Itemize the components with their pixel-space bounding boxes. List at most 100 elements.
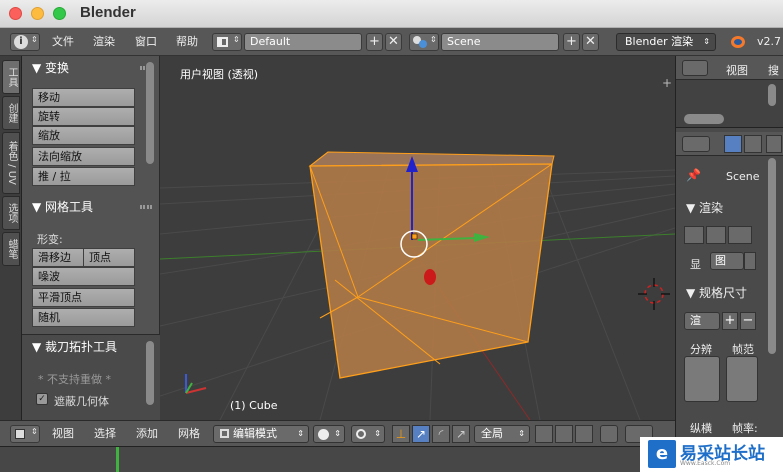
viewport-plus-icon[interactable]: +	[662, 76, 672, 90]
translate-button[interactable]: 移动	[32, 88, 135, 107]
tab-tools[interactable]: 工具	[2, 60, 20, 94]
render-engine-select[interactable]: Blender 渲染 ⇕	[616, 33, 716, 51]
add-preset-button[interactable]: +	[722, 312, 738, 330]
blender-logo-icon	[731, 36, 745, 48]
render-audio-button[interactable]	[728, 226, 752, 244]
zoom-window-button[interactable]	[53, 7, 66, 20]
knife-panel-scrollbar[interactable]	[146, 341, 154, 405]
scale-manipulator-icon[interactable]: ↗	[452, 425, 470, 443]
menu-view[interactable]: 视图	[52, 421, 74, 447]
current-frame-marker	[116, 447, 119, 472]
minimize-window-button[interactable]	[31, 7, 44, 20]
rotate-manipulator-icon[interactable]: ◜	[432, 425, 450, 443]
outliner-scroll-v[interactable]	[768, 84, 776, 106]
pivot-icon	[356, 429, 366, 439]
limit-selection-icon[interactable]	[600, 425, 618, 443]
resolution-fields[interactable]	[684, 356, 720, 402]
viewport-canvas: +	[160, 76, 675, 420]
watermark-logo: e 易采站长站 Www.Easck.Com	[640, 437, 783, 472]
resolution-label: 分辨	[690, 343, 712, 356]
remove-preset-button[interactable]: −	[740, 312, 756, 330]
noise-button[interactable]: 噪波	[32, 267, 135, 286]
menu-file[interactable]: 文件	[52, 28, 74, 56]
pivot-select[interactable]: ⇕	[351, 425, 385, 443]
tab-options[interactable]: 选项	[2, 196, 20, 230]
render-still-button[interactable]	[684, 226, 704, 244]
drag-grip-icon[interactable]	[140, 205, 152, 209]
transform-panel-header[interactable]: ▼ 变换	[22, 58, 160, 78]
display-select[interactable]: 图	[710, 252, 744, 270]
render-panel-header[interactable]: ▼ 渲染	[686, 199, 723, 216]
frame-range-fields[interactable]	[726, 356, 758, 402]
outliner-view-menu[interactable]: 视图	[726, 62, 748, 78]
mode-select[interactable]: 编辑模式 ⇕	[213, 425, 309, 443]
tool-shelf: ▼ 变换 移动 旋转 缩放 法向缩放 推 / 拉 ▼ 网格工具 形变: 滑移边 …	[22, 56, 160, 420]
randomize-button[interactable]: 随机	[32, 308, 135, 327]
scale-button[interactable]: 缩放	[32, 126, 135, 145]
active-object-label: (1) Cube	[230, 399, 278, 412]
aspect-label: 纵横	[690, 422, 712, 435]
tab-grease-pencil[interactable]: 蜡笔	[2, 232, 20, 266]
deform-label: 形变:	[37, 233, 63, 246]
push-pull-button[interactable]: 推 / 拉	[32, 167, 135, 186]
tool-shelf-scrollbar[interactable]	[146, 62, 154, 164]
outliner-search-menu[interactable]: 搜	[768, 62, 779, 78]
render-preset-label: 渲	[690, 314, 701, 327]
window-title: Blender	[80, 4, 136, 21]
display-option: 图	[715, 254, 726, 267]
knife-panel-header[interactable]: ▼ 裁刀拓扑工具	[22, 337, 160, 357]
frame-range-label: 帧范	[732, 343, 754, 356]
scene-field[interactable]: Scene	[441, 33, 559, 51]
tab-create[interactable]: 创建	[2, 96, 20, 130]
occlude-checkbox[interactable]: ✓	[36, 393, 48, 405]
outliner-scrollbar[interactable]	[684, 114, 724, 124]
face-select-icon[interactable]	[575, 425, 593, 443]
outliner-header: 视图 搜	[676, 56, 783, 80]
menu-render[interactable]: 渲染	[93, 28, 115, 56]
vertex-select-icon[interactable]	[535, 425, 553, 443]
render-animation-button[interactable]	[706, 226, 726, 244]
3d-viewport[interactable]: + 用户视图 (透视) (1) Cube	[160, 56, 675, 420]
shading-select[interactable]: ⇕	[313, 425, 345, 443]
menu-select[interactable]: 选择	[94, 421, 116, 447]
properties-editor-icon[interactable]	[682, 136, 710, 152]
add-screen-button[interactable]: +	[366, 33, 383, 51]
orientation-select[interactable]: 全局 ⇕	[474, 425, 530, 443]
render-layers-tab-icon[interactable]	[744, 135, 762, 153]
properties-scrollbar[interactable]	[768, 158, 776, 354]
viewport-editor-type[interactable]: ⇕	[10, 425, 40, 443]
screen-layout-browse[interactable]: ⇕	[212, 33, 242, 51]
properties-scene-crumb: Scene	[726, 170, 760, 183]
menu-help[interactable]: 帮助	[176, 28, 198, 56]
scene-tab-icon[interactable]	[766, 135, 782, 153]
render-tab-icon[interactable]	[724, 135, 742, 153]
scene-browse[interactable]: ⇕	[409, 33, 439, 51]
3d-cursor-icon[interactable]	[638, 278, 670, 310]
translate-manipulator-icon[interactable]: ↗	[412, 425, 430, 443]
rotate-button[interactable]: 旋转	[32, 107, 135, 126]
edge-slide-button[interactable]: 滑移边	[32, 248, 84, 267]
smooth-vertex-button[interactable]: 平滑顶点	[32, 288, 135, 307]
x-arrow-head[interactable]	[424, 269, 436, 285]
mesh-tools-panel-header[interactable]: ▼ 网格工具	[22, 197, 160, 217]
editor-type-button[interactable]: i ⇕	[10, 33, 40, 51]
delete-scene-button[interactable]: ✕	[582, 33, 599, 51]
delete-screen-button[interactable]: ✕	[385, 33, 402, 51]
outliner-area[interactable]	[676, 80, 783, 128]
vertex-slide-button[interactable]: 顶点	[83, 248, 135, 267]
dimensions-panel-header[interactable]: ▼ 规格尺寸	[686, 284, 747, 301]
add-scene-button[interactable]: +	[563, 33, 580, 51]
close-window-button[interactable]	[9, 7, 22, 20]
lock-icon[interactable]	[744, 252, 756, 270]
shrink-fatten-button[interactable]: 法向缩放	[32, 147, 135, 166]
outliner-editor-icon[interactable]	[682, 60, 708, 76]
tab-shading-uv[interactable]: 着色 / UV	[2, 132, 20, 194]
screen-layout-field[interactable]: Default	[244, 33, 362, 51]
edge-select-icon[interactable]	[555, 425, 573, 443]
manipulator-toggle-icon[interactable]: ⊥	[392, 425, 410, 443]
render-preset-select[interactable]: 渲	[684, 312, 720, 330]
menu-window[interactable]: 窗口	[135, 28, 157, 56]
pin-icon[interactable]: 📌	[686, 168, 701, 182]
menu-mesh[interactable]: 网格	[178, 421, 200, 447]
menu-add[interactable]: 添加	[136, 421, 158, 447]
